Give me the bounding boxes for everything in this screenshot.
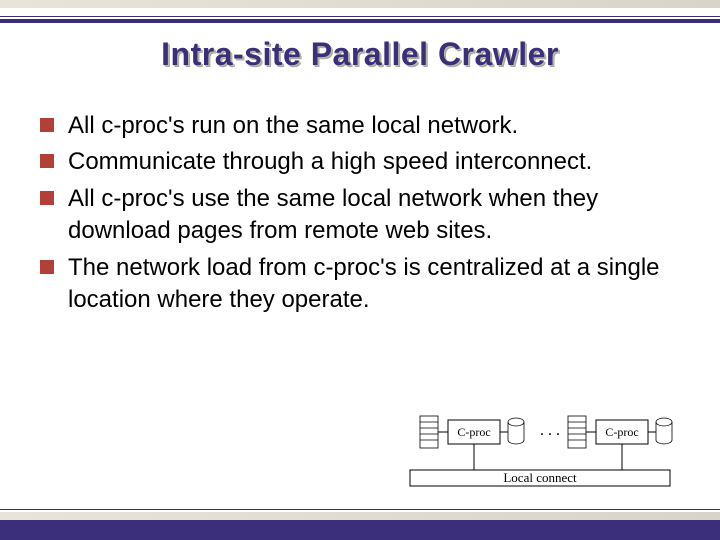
bullet-text: The network load from c-proc's is centra…: [68, 252, 680, 317]
bullet-item: The network load from c-proc's is centra…: [40, 252, 680, 317]
top-stripe: [0, 0, 720, 8]
ellipsis: . . .: [540, 422, 560, 439]
bullet-text: All c-proc's use the same local network …: [68, 183, 680, 248]
slide: Intra-site Parallel Crawler All c-proc's…: [0, 0, 720, 540]
slide-title: Intra-site Parallel Crawler: [0, 36, 720, 73]
bullet-icon: [40, 118, 54, 132]
bullet-icon: [40, 191, 54, 205]
database-icon: [656, 418, 672, 444]
bullet-item: Communicate through a high speed interco…: [40, 146, 680, 178]
connect-label: Local connect: [503, 470, 577, 485]
bottom-line: [0, 509, 720, 510]
bottom-stripe: [0, 512, 720, 520]
bullet-item: All c-proc's use the same local network …: [40, 183, 680, 248]
queue-icon: [568, 416, 586, 448]
bullet-text: Communicate through a high speed interco…: [68, 146, 592, 178]
bullet-icon: [40, 154, 54, 168]
slide-body: All c-proc's run on the same local netwo…: [40, 110, 680, 320]
cproc-label: C-proc: [605, 425, 638, 439]
bullet-item: All c-proc's run on the same local netwo…: [40, 110, 680, 142]
bullet-text: All c-proc's run on the same local netwo…: [68, 110, 518, 142]
cproc-label: C-proc: [457, 425, 490, 439]
bottom-bar: [0, 520, 720, 540]
bullet-icon: [40, 260, 54, 274]
accent-line-thick: [0, 19, 720, 23]
database-icon: [508, 418, 524, 444]
accent-line-thin: [0, 16, 720, 17]
queue-icon: [420, 416, 438, 448]
architecture-diagram: Local connect C-proc . . .: [390, 390, 690, 500]
